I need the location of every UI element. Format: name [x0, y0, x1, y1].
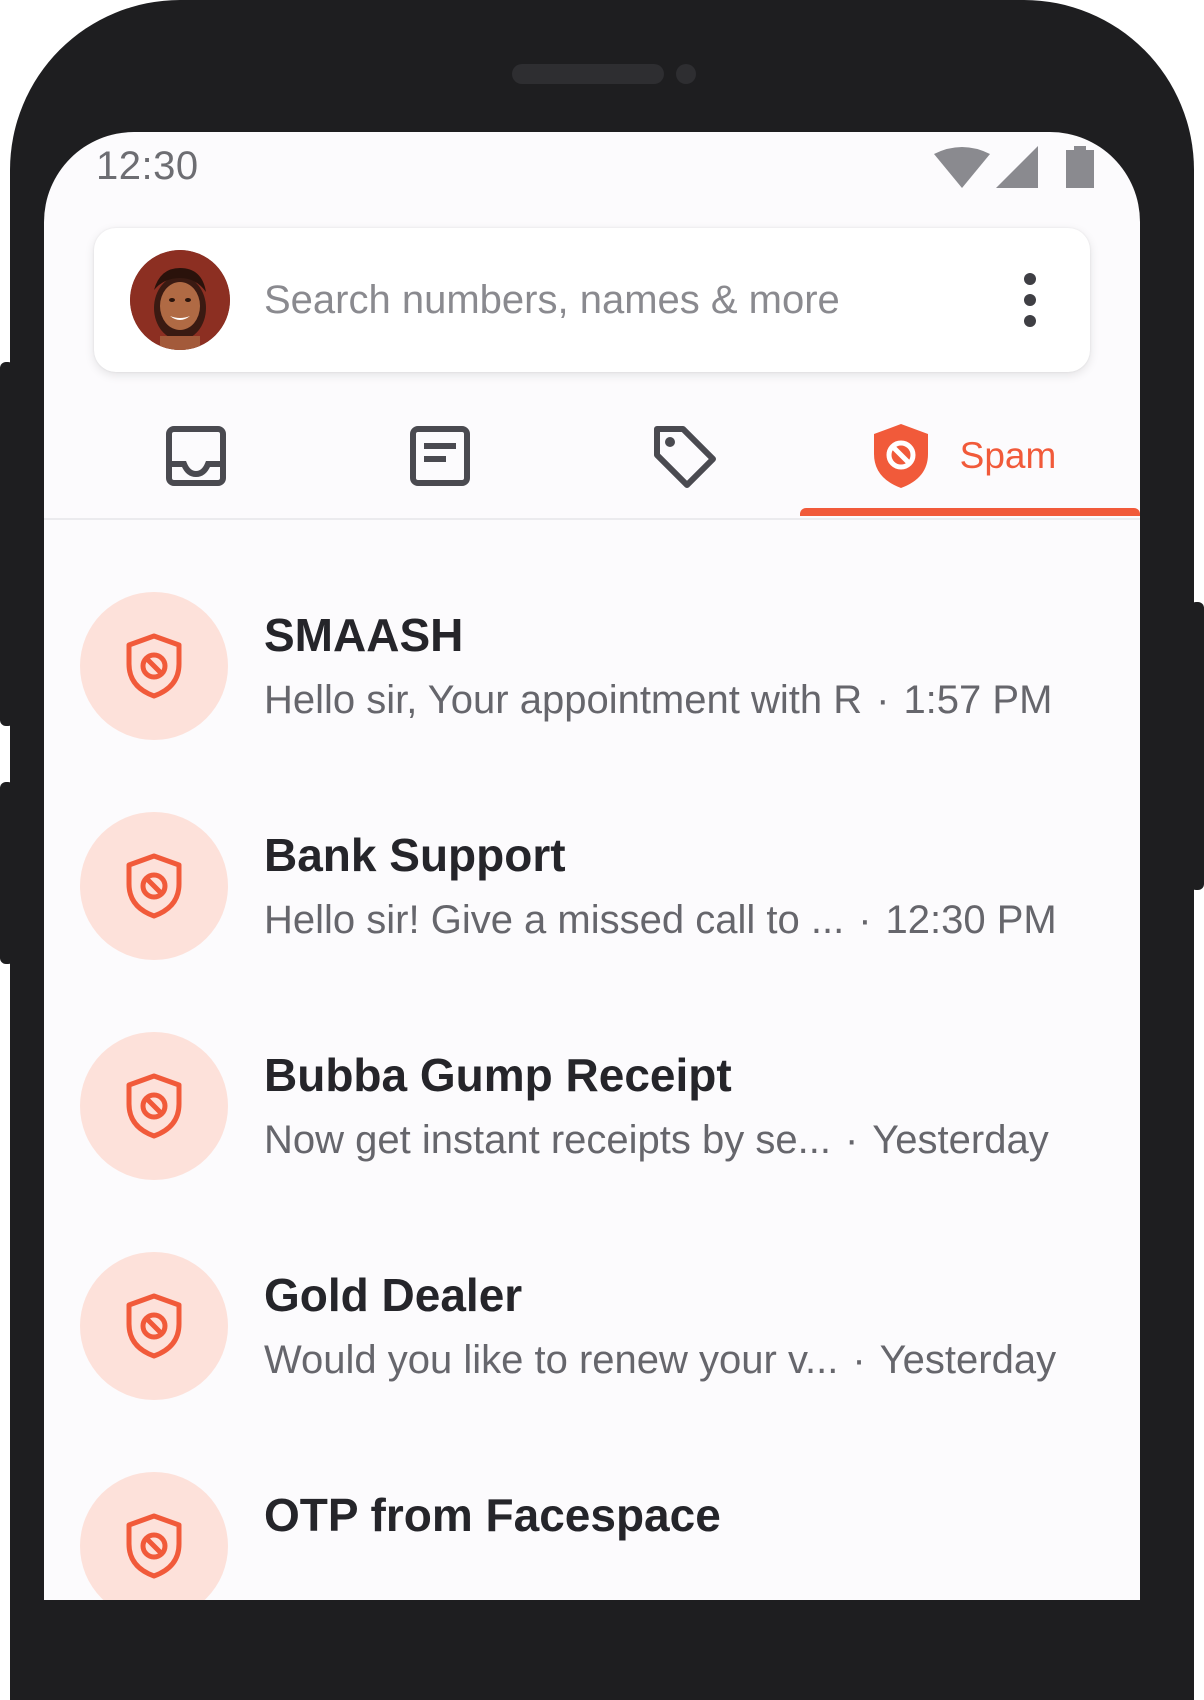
spam-shield-icon — [126, 1293, 182, 1359]
phone-camera — [676, 64, 696, 84]
message-time: 12:30 PM — [885, 898, 1057, 942]
search-bar[interactable] — [94, 228, 1090, 372]
spam-shield-icon — [873, 424, 928, 488]
separator-dot: · — [844, 1118, 859, 1162]
spam-avatar — [80, 1252, 228, 1400]
message-sender: OTP from Facespace — [264, 1489, 721, 1541]
message-time: Yesterday — [872, 1118, 1049, 1162]
spam-avatar — [80, 1032, 228, 1180]
wifi-icon — [934, 147, 990, 188]
phone-side-button-left-2 — [0, 782, 14, 964]
active-tab-indicator — [800, 508, 1140, 516]
receipt-icon — [410, 426, 470, 486]
spam-shield-icon — [126, 1513, 182, 1579]
tab-spam-label: Spam — [959, 435, 1057, 476]
spam-shield-icon — [126, 633, 182, 699]
phone-screen: 12:30 Search numbers, names & more Spam … — [44, 132, 1140, 1600]
list-item[interactable]: Bubba Gump Receipt Now get instant recei… — [44, 992, 1140, 1212]
spam-shield-icon — [126, 853, 182, 919]
message-preview: Hello sir! Give a missed call to ... — [264, 898, 845, 942]
message-time: Yesterday — [879, 1338, 1057, 1382]
tab-offers[interactable] — [604, 392, 764, 520]
message-sender: Bubba Gump Receipt — [264, 1049, 732, 1101]
inbox-icon — [166, 426, 226, 486]
status-bar: 12:30 — [44, 132, 1140, 202]
more-vert-icon[interactable] — [1006, 272, 1054, 328]
message-preview: Hello sir, Your appointment with R — [264, 678, 863, 722]
phone-side-button-left-1 — [0, 362, 14, 726]
message-sender: Bank Support — [264, 829, 566, 881]
tab-receipts[interactable] — [360, 392, 520, 520]
message-snippet: Now get instant receipts by se... · Yest… — [264, 1118, 1104, 1163]
list-item[interactable]: OTP from Facespace — [44, 1432, 1140, 1600]
phone-speaker — [512, 64, 664, 84]
spam-avatar — [80, 812, 228, 960]
separator-dot: · — [858, 898, 872, 942]
message-snippet: Hello sir! Give a missed call to ... · 1… — [264, 898, 1104, 943]
phone-side-button-right — [1190, 602, 1204, 890]
status-time: 12:30 — [96, 144, 199, 188]
list-item[interactable]: Bank Support Hello sir! Give a missed ca… — [44, 772, 1140, 992]
message-preview: Now get instant receipts by se... — [264, 1118, 831, 1162]
user-avatar[interactable] — [130, 250, 230, 350]
tag-icon — [654, 426, 716, 488]
cell-signal-icon — [996, 146, 1038, 188]
message-sender: Gold Dealer — [264, 1269, 523, 1321]
list-item[interactable]: SMAASH Hello sir, Your appointment with … — [44, 552, 1140, 772]
spam-shield-icon — [126, 1073, 182, 1139]
separator-dot: · — [876, 678, 890, 722]
tab-spam[interactable]: Spam — [834, 392, 1094, 520]
spam-avatar — [80, 1472, 228, 1600]
status-icons — [934, 146, 1094, 188]
separator-dot: · — [852, 1338, 866, 1382]
message-snippet: Would you like to renew your v... · Yest… — [264, 1338, 1104, 1383]
battery-icon — [1066, 146, 1094, 188]
list-item[interactable]: Gold Dealer Would you like to renew your… — [44, 1212, 1140, 1432]
message-time: 1:57 PM — [903, 678, 1053, 722]
category-tabs: Spam — [44, 392, 1140, 520]
spam-avatar — [80, 592, 228, 740]
message-preview: Would you like to renew your v... — [264, 1338, 839, 1382]
tab-inbox[interactable] — [116, 392, 276, 520]
message-snippet: Hello sir, Your appointment with R · 1:5… — [264, 678, 1104, 723]
message-sender: SMAASH — [264, 609, 464, 661]
search-input[interactable] — [264, 272, 964, 328]
